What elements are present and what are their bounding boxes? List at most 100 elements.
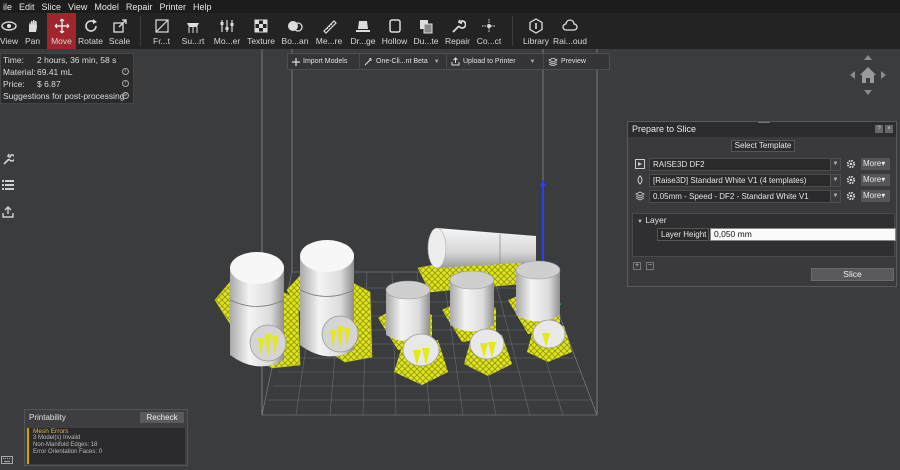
tool-label: Me...re [315, 36, 343, 46]
slice-button[interactable]: Slice [811, 268, 894, 281]
tool-modifier[interactable]: Mo...er [210, 13, 244, 49]
printer-select-value: RAISE3D DF2 [653, 159, 705, 169]
menu-model[interactable]: Model [91, 0, 123, 13]
remove-setting-icon[interactable]: − [646, 262, 654, 270]
tool-label: Rotate [77, 36, 104, 46]
layer-height-input[interactable]: 0,050 mm [710, 228, 896, 241]
modifier-icon [219, 18, 235, 34]
suggestions-link[interactable]: Suggestions for post-processing [3, 90, 124, 102]
menu-help[interactable]: Help [190, 0, 216, 13]
tool-rotate[interactable]: Rotate [76, 13, 105, 49]
export-icon[interactable] [1, 205, 15, 219]
more-button[interactable]: More▾ [861, 190, 890, 202]
prepare-to-slice-panel: Prepare to Slice ? × Select Template RAI… [627, 121, 897, 287]
cloud-icon [562, 18, 578, 34]
close-icon[interactable]: × [885, 125, 893, 133]
one-click-print-button[interactable]: One-Cli...nt Beta ▼ [360, 54, 447, 69]
tool-face-to-plate[interactable]: Fr...t [147, 13, 176, 49]
more-button[interactable]: More▾ [861, 174, 890, 186]
gear-icon[interactable] [845, 190, 857, 202]
tool-label: Dr...ge [350, 36, 376, 46]
tool-support[interactable]: Su...rt [176, 13, 210, 49]
tool-library[interactable]: Library [519, 13, 553, 49]
tool-eye[interactable]: View [0, 13, 18, 49]
help-icon[interactable]: ? [875, 125, 883, 133]
support-icon [185, 18, 201, 34]
keyboard-icon[interactable] [1, 455, 13, 465]
library-icon [528, 18, 544, 34]
tool-label: Move [51, 36, 72, 46]
add-setting-icon[interactable]: + [633, 262, 641, 270]
toolbar-separator [140, 16, 141, 46]
chevron-down-icon[interactable]: ▼ [830, 174, 840, 186]
profile-row: 0.05mm - Speed - DF2 - Standard White V1… [634, 189, 892, 203]
tool-boolean[interactable]: Bo...an [278, 13, 312, 49]
menu-slice[interactable]: Slice [39, 0, 66, 13]
one-click-label: One-Cli...nt Beta [376, 58, 428, 65]
orientation-faces-text: Error Orientation Faces: 0 [33, 449, 103, 455]
recheck-button[interactable]: Recheck [140, 412, 184, 423]
profile-select[interactable]: 0.05mm - Speed - DF2 - Standard White V1… [649, 189, 841, 203]
non-manifold-text: Non-Manifold Edges: 18 [33, 442, 98, 448]
menu-edit[interactable]: Edit [16, 0, 39, 13]
list-icon[interactable] [1, 178, 15, 192]
main-toolbar: View Pan Move Rotate Scale Fr...t Su...rt Mo...… [0, 13, 900, 49]
menu-view[interactable]: View [65, 0, 91, 13]
tool-connect[interactable]: Co...ct [472, 13, 506, 49]
tool-hand[interactable]: Pan [18, 13, 47, 49]
import-models-button[interactable]: Import Models [288, 54, 360, 69]
tool-texture[interactable]: Texture [244, 13, 278, 49]
layer-section-header[interactable]: ▼ Layer [633, 214, 894, 227]
hand-icon [25, 18, 41, 34]
more-button[interactable]: More▾ [861, 158, 890, 170]
tool-cloud[interactable]: Rai...oud [553, 13, 587, 49]
tool-measure[interactable]: Me...re [312, 13, 346, 49]
tool-move[interactable]: Move [47, 13, 76, 49]
menu-repair[interactable]: Repair [123, 0, 157, 13]
arrow-up-icon [864, 55, 872, 60]
material-select[interactable]: [Raise3D] Standard White V1 (4 templates… [649, 173, 841, 187]
drag-handle[interactable] [758, 122, 770, 124]
mesh-errors-title: Mesh Errors [33, 428, 69, 435]
price-info-icon[interactable]: i [122, 80, 129, 87]
tool-scale[interactable]: Scale [105, 13, 134, 49]
menu-printer[interactable]: Printer [156, 0, 190, 13]
wrench-icon[interactable] [1, 152, 15, 166]
preview-button[interactable]: Preview [544, 54, 608, 69]
action-bar: Import Models One-Cli...nt Beta ▼ Upload… [287, 53, 610, 70]
select-template-button[interactable]: Select Template [731, 140, 795, 152]
gear-icon[interactable] [845, 158, 857, 170]
material-row: Material: 69.41 mL i [1, 66, 133, 78]
printability-panel: Printability Recheck Mesh Errors 3 Model… [24, 409, 188, 466]
tool-hollow[interactable]: Hollow [380, 13, 409, 49]
panel-title-bar: Prepare to Slice ? × [628, 122, 896, 137]
time-value: 2 hours, 36 min, 58 s [37, 55, 117, 65]
collapse-triangle-icon[interactable]: ▼ [637, 219, 643, 225]
gear-icon[interactable] [845, 174, 857, 186]
import-models-label: Import Models [303, 58, 348, 65]
upload-label: Upload to Printer [463, 58, 516, 65]
tool-repair[interactable]: Repair [443, 13, 472, 49]
printer-select[interactable]: RAISE3D DF2 ▼ [649, 157, 841, 171]
tool-label: Library [523, 36, 549, 46]
chevron-down-icon[interactable]: ▼ [830, 190, 840, 202]
tool-label: Repair [444, 36, 471, 46]
tool-duplicate[interactable]: Du...te [409, 13, 443, 49]
menu-ile[interactable]: ile [0, 0, 16, 13]
view-navigator[interactable] [848, 53, 888, 97]
suggestions-row[interactable]: Suggestions for post-processing ⚙ [1, 90, 133, 102]
chevron-down-icon[interactable]: ▼ [530, 59, 536, 65]
upload-to-printer-button[interactable]: Upload to Printer ▼ [447, 54, 544, 69]
tool-label: Su...rt [181, 36, 205, 46]
move-icon [54, 18, 70, 34]
material-info-icon[interactable]: i [122, 68, 129, 75]
printability-header: Printability Recheck [25, 410, 187, 425]
chevron-down-icon[interactable]: ▼ [434, 59, 440, 65]
chevron-down-icon[interactable]: ▼ [830, 158, 840, 170]
material-row: [Raise3D] Standard White V1 (4 templates… [634, 173, 892, 187]
suggestions-settings-icon[interactable]: ⚙ [122, 92, 129, 99]
tool-drop-to-bed[interactable]: Dr...ge [346, 13, 380, 49]
upload-icon [451, 57, 460, 66]
tool-label: Bo...an [281, 36, 309, 46]
layer-height-label: Layer Height [657, 228, 709, 241]
